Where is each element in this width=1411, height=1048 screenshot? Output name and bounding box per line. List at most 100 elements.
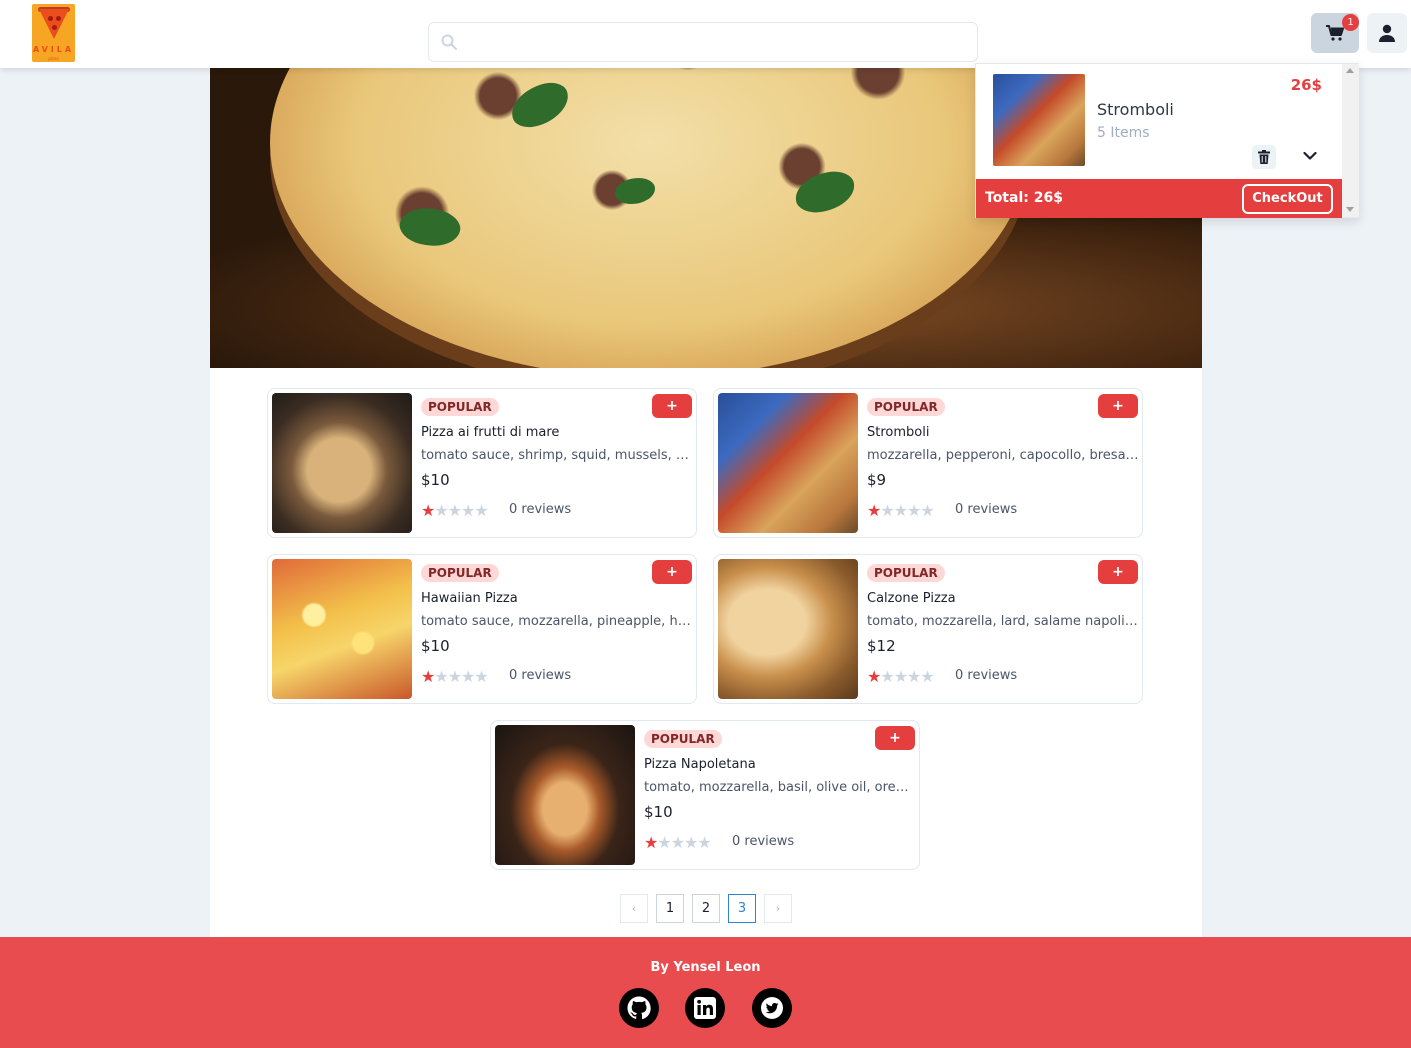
product-card: POPULAR + Hawaiian Pizza tomato sauce, m…: [267, 554, 697, 704]
scroll-down-arrow-icon[interactable]: [1346, 207, 1354, 212]
star-icon[interactable]: ★: [684, 835, 698, 851]
popular-badge: POPULAR: [421, 398, 499, 416]
popular-badge: POPULAR: [644, 730, 722, 748]
star-icon[interactable]: ★: [448, 669, 462, 685]
star-icon[interactable]: ★: [421, 503, 435, 519]
page-button-1[interactable]: 1: [656, 894, 684, 923]
search-input[interactable]: [467, 29, 967, 55]
star-icon[interactable]: ★: [907, 669, 921, 685]
star-icon[interactable]: ★: [474, 503, 488, 519]
chevron-down-icon: [1303, 151, 1317, 160]
product-card: POPULAR + Pizza ai frutti di mare tomato…: [267, 388, 697, 538]
github-link[interactable]: [619, 988, 659, 1028]
star-rating[interactable]: ★★★★★: [644, 833, 712, 851]
top-navbar: AVILA pizza 1: [0, 0, 1411, 68]
logo-word: AVILA: [32, 45, 75, 54]
cart-count-badge: 1: [1342, 14, 1359, 31]
review-count: 0 reviews: [509, 502, 572, 517]
next-page-button[interactable]: ›: [764, 894, 792, 923]
product-image: [495, 725, 635, 865]
footer-credit: By Yensel Leon: [650, 960, 761, 975]
star-icon[interactable]: ★: [867, 503, 881, 519]
cart-dropdown: Stromboli 5 Items 26$ Total: 26$ CheckOu…: [975, 63, 1359, 218]
github-icon: [627, 996, 651, 1020]
star-rating[interactable]: ★★★★★: [421, 667, 489, 685]
product-name[interactable]: Hawaiian Pizza: [421, 591, 518, 606]
star-icon[interactable]: ★: [697, 835, 711, 851]
star-icon[interactable]: ★: [434, 503, 448, 519]
add-to-cart-button[interactable]: +: [1098, 394, 1138, 418]
star-icon[interactable]: ★: [644, 835, 658, 851]
linkedin-link[interactable]: [685, 988, 725, 1028]
scroll-up-arrow-icon[interactable]: [1346, 68, 1354, 73]
star-icon[interactable]: ★: [894, 503, 908, 519]
add-to-cart-button[interactable]: +: [1098, 560, 1138, 584]
star-icon[interactable]: ★: [461, 503, 475, 519]
linkedin-icon: [694, 997, 716, 1019]
star-icon[interactable]: ★: [907, 503, 921, 519]
star-icon[interactable]: ★: [461, 669, 475, 685]
pizza-slice-icon: [39, 9, 69, 39]
product-name[interactable]: Stromboli: [867, 425, 929, 440]
star-icon[interactable]: ★: [671, 835, 685, 851]
cart-total: Total: 26$: [985, 190, 1063, 206]
cart-item-image: [993, 74, 1085, 166]
add-to-cart-button[interactable]: +: [652, 394, 692, 418]
star-icon[interactable]: ★: [448, 503, 462, 519]
product-description: mozzarella, pepperoni, capocollo, bresao…: [867, 448, 1139, 463]
product-description: tomato, mozzarella, basil, olive oil, or…: [644, 780, 916, 795]
star-icon[interactable]: ★: [421, 669, 435, 685]
star-rating[interactable]: ★★★★★: [867, 501, 935, 519]
product-price: $9: [867, 471, 887, 489]
cart-item-price: 26$: [1290, 76, 1322, 94]
product-price: $12: [867, 637, 896, 655]
product-price: $10: [421, 471, 450, 489]
product-image: [718, 559, 858, 699]
remove-item-button[interactable]: [1252, 145, 1276, 169]
avila-logo[interactable]: AVILA pizza: [32, 4, 75, 62]
user-account-button[interactable]: [1367, 13, 1407, 53]
review-count: 0 reviews: [955, 668, 1018, 683]
search-bar: [428, 22, 978, 62]
product-description: tomato sauce, shrimp, squid, mussels, ol…: [421, 448, 693, 463]
checkout-button[interactable]: CheckOut: [1242, 184, 1333, 214]
cart-scrollbar[interactable]: [1342, 64, 1359, 217]
expand-item-button[interactable]: [1298, 145, 1322, 169]
search-icon: [441, 34, 457, 50]
cart-item-name: Stromboli: [1097, 100, 1174, 119]
product-name[interactable]: Pizza Napoletana: [644, 757, 756, 772]
page-button-3[interactable]: 3: [728, 894, 756, 923]
star-rating[interactable]: ★★★★★: [421, 501, 489, 519]
twitter-icon: [761, 997, 783, 1019]
twitter-link[interactable]: [752, 988, 792, 1028]
product-card: POPULAR + Calzone Pizza tomato, mozzarel…: [713, 554, 1143, 704]
popular-badge: POPULAR: [867, 398, 945, 416]
page-button-2[interactable]: 2: [692, 894, 720, 923]
star-icon[interactable]: ★: [894, 669, 908, 685]
star-icon[interactable]: ★: [474, 669, 488, 685]
star-icon[interactable]: ★: [880, 503, 894, 519]
logo-pepperoni: [56, 16, 61, 21]
cart-footer: Total: 26$ CheckOut: [976, 179, 1342, 218]
cart-item-quantity: 5 Items: [1097, 125, 1150, 141]
popular-badge: POPULAR: [867, 564, 945, 582]
star-icon[interactable]: ★: [434, 669, 448, 685]
star-icon[interactable]: ★: [880, 669, 894, 685]
star-icon[interactable]: ★: [657, 835, 671, 851]
add-to-cart-button[interactable]: +: [875, 726, 915, 750]
product-description: tomato sauce, mozzarella, pineapple, ham: [421, 614, 693, 629]
product-image: [272, 559, 412, 699]
star-icon[interactable]: ★: [920, 503, 934, 519]
review-count: 0 reviews: [732, 834, 795, 849]
product-name[interactable]: Pizza ai frutti di mare: [421, 425, 559, 440]
add-to-cart-button[interactable]: +: [652, 560, 692, 584]
star-rating[interactable]: ★★★★★: [867, 667, 935, 685]
product-card: POPULAR + Pizza Napoletana tomato, mozza…: [490, 720, 920, 870]
product-image: [718, 393, 858, 533]
star-icon[interactable]: ★: [920, 669, 934, 685]
product-name[interactable]: Calzone Pizza: [867, 591, 956, 606]
product-price: $10: [421, 637, 450, 655]
trash-icon: [1258, 150, 1270, 164]
prev-page-button[interactable]: ‹: [620, 894, 648, 923]
star-icon[interactable]: ★: [867, 669, 881, 685]
